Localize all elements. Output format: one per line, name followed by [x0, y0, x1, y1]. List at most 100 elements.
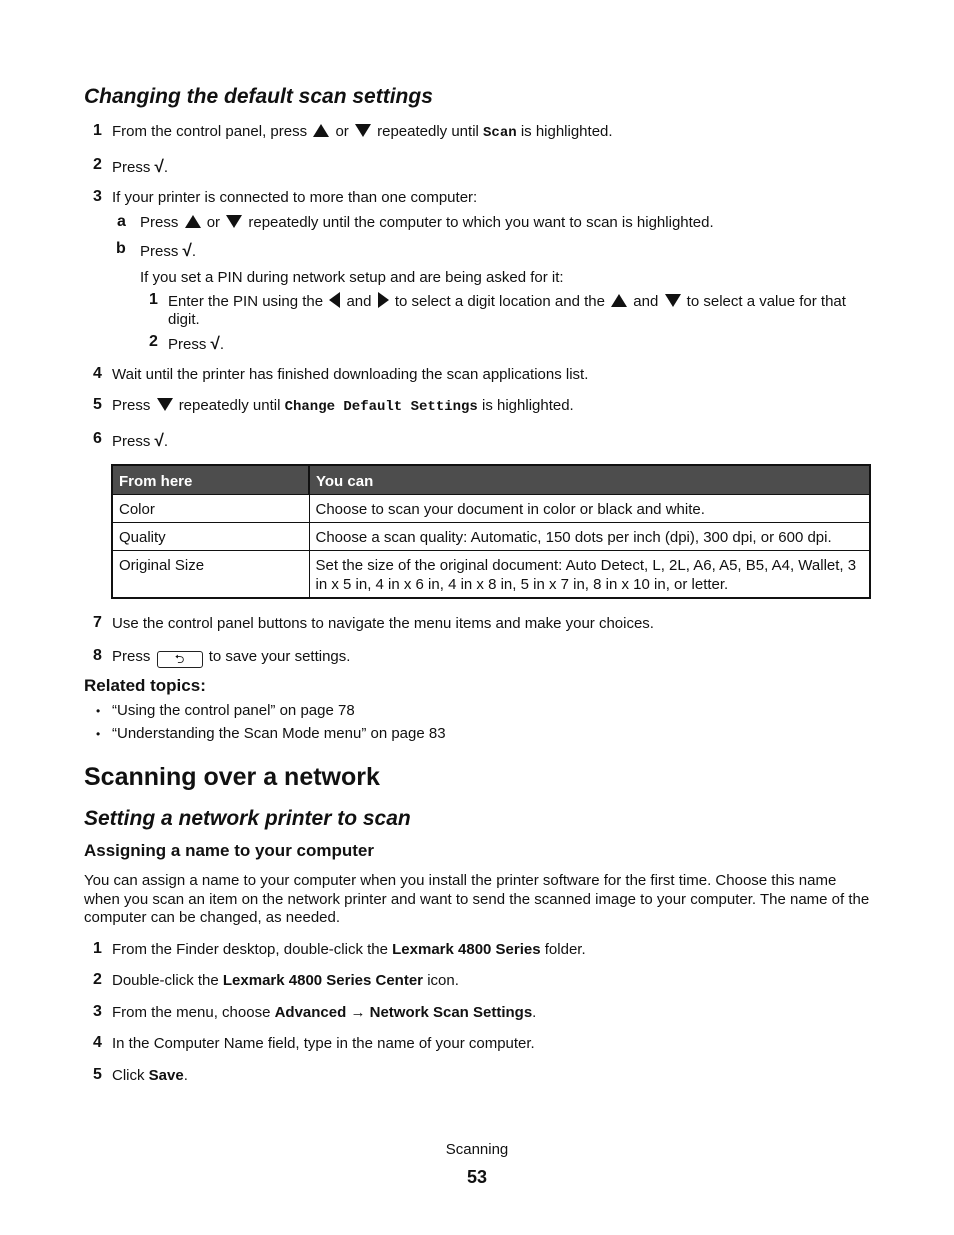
step-4: Wait until the printer has finished down…: [112, 366, 589, 383]
step-number: 4: [93, 1034, 102, 1051]
up-arrow-icon: [184, 215, 201, 228]
step-8: Press ⮌ to save your settings.: [112, 648, 350, 668]
pin-intro: If you set a PIN during network setup an…: [140, 269, 564, 286]
down-arrow-icon: [354, 124, 371, 137]
substep-a: Press or repeatedly until the computer t…: [140, 214, 714, 231]
bullet-icon: •: [96, 704, 101, 718]
step-text: .: [163, 159, 169, 176]
related-link[interactable]: “Understanding the Scan Mode menu” on pa…: [112, 725, 446, 742]
table-cell: Quality: [111, 522, 310, 551]
step-number: 3: [93, 188, 102, 205]
network-step-1: From the Finder desktop, double-click th…: [112, 941, 586, 958]
step-number: 4: [93, 365, 102, 382]
step-text: .: [219, 336, 225, 353]
step-text: Press: [112, 433, 151, 450]
pin-step-2: Press √.: [168, 334, 224, 354]
scan-settings-table: From here You can Color Choose to scan y…: [111, 464, 871, 599]
pin-step-1: Enter the PIN using the and to select a …: [168, 292, 846, 310]
up-arrow-icon: [313, 124, 330, 137]
step-text: Double-click the: [112, 972, 223, 989]
table-row: Original Size Set the size of the origin…: [111, 550, 871, 599]
bold-term: Lexmark 4800 Series: [392, 941, 541, 958]
step-text: .: [183, 1067, 188, 1084]
step-text: Press: [112, 397, 151, 414]
substep-letter: b: [116, 240, 126, 257]
pin-step-1-wrap: digit.: [168, 311, 200, 328]
column-header: From here: [111, 464, 310, 495]
step-text: is highlighted.: [482, 397, 574, 414]
step-number: 5: [93, 1066, 102, 1083]
step-3: If your printer is connected to more tha…: [112, 189, 478, 206]
down-arrow-icon: [664, 294, 681, 307]
menu-item-code: Scan: [483, 125, 517, 141]
up-arrow-icon: [611, 294, 628, 307]
step-text: Press: [168, 336, 207, 353]
arrow-icon: →: [346, 1004, 370, 1021]
step-text: and: [346, 293, 372, 310]
step-6: Press √.: [112, 431, 168, 451]
step-number: 8: [93, 647, 102, 664]
step-text: or: [335, 123, 349, 140]
check-icon: √: [154, 157, 164, 176]
section-title-scanning-network: Scanning over a network: [84, 763, 380, 791]
step-text: From the Finder desktop, double-click th…: [112, 941, 393, 958]
intro-paragraph: You can assign a name to your computer w…: [84, 872, 870, 926]
step-1: From the control panel, press or repeate…: [112, 123, 613, 141]
step-5: Press repeatedly until Change Default Se…: [112, 397, 574, 415]
table-cell: Color: [111, 494, 310, 523]
step-number: 2: [93, 971, 102, 988]
step-text: Press: [112, 159, 151, 176]
step-text: .: [191, 243, 197, 260]
step-number: 1: [93, 122, 102, 139]
substep-b: Press √.: [140, 241, 196, 261]
menu-item-code: Change Default Settings: [284, 399, 478, 415]
step-number: 5: [93, 396, 102, 413]
step-text: icon.: [423, 972, 459, 989]
step-number: 2: [93, 156, 102, 173]
step-text: Enter the PIN using the: [168, 293, 324, 310]
bold-term: Lexmark 4800 Series Center: [222, 972, 424, 989]
step-number: 2: [149, 333, 158, 350]
page-number: 53: [466, 1167, 488, 1187]
table-row: Quality Choose a scan quality: Automatic…: [111, 522, 871, 551]
step-text: Press: [140, 214, 179, 231]
back-button-icon: ⮌: [156, 651, 203, 668]
network-step-2: Double-click the Lexmark 4800 Series Cen…: [112, 972, 459, 989]
right-arrow-icon: [377, 292, 389, 308]
network-step-4: In the Computer Name field, type in the …: [112, 1035, 535, 1052]
step-text: repeatedly until: [377, 123, 479, 140]
step-text: Press: [140, 243, 179, 260]
footer-chapter: Scanning: [445, 1141, 509, 1158]
check-icon: √: [182, 241, 192, 260]
step-text: .: [532, 1004, 537, 1021]
substep-letter: a: [117, 213, 126, 230]
down-arrow-icon: [226, 215, 243, 228]
down-arrow-icon: [156, 398, 173, 411]
step-text: is highlighted.: [520, 123, 613, 140]
section-title-default-scan-settings: Changing the default scan settings: [84, 85, 433, 108]
bullet-icon: •: [96, 727, 101, 741]
subsubsection-title: Assigning a name to your computer: [84, 841, 374, 860]
step-text: Click: [112, 1067, 149, 1084]
table-row: Color Choose to scan your document in co…: [111, 494, 871, 523]
subsection-title: Setting a network printer to scan: [84, 807, 411, 830]
step-text: repeatedly until the computer to which y…: [248, 214, 714, 231]
step-2: Press √.: [112, 157, 168, 177]
step-text: to select a value for that: [686, 293, 846, 310]
table-cell: Choose a scan quality: Automatic, 150 do…: [308, 522, 871, 551]
step-text: .: [163, 433, 169, 450]
related-link[interactable]: “Using the control panel” on page 78: [112, 702, 355, 719]
table-cell: Original Size: [111, 550, 310, 599]
left-arrow-icon: [329, 292, 341, 308]
step-text: From the control panel, press: [112, 123, 308, 140]
step-text: to select a digit location and the: [394, 293, 605, 310]
step-number: 1: [93, 940, 102, 957]
table-cell: Set the size of the original document: A…: [308, 550, 871, 599]
bold-term: Network Scan Settings: [369, 1004, 533, 1021]
check-icon: √: [210, 334, 220, 353]
check-icon: √: [154, 431, 164, 450]
step-number: 3: [93, 1003, 102, 1020]
network-step-3: From the menu, choose Advanced → Network…: [112, 1004, 536, 1021]
step-number: 7: [93, 614, 102, 631]
step-text: repeatedly until: [178, 397, 281, 414]
